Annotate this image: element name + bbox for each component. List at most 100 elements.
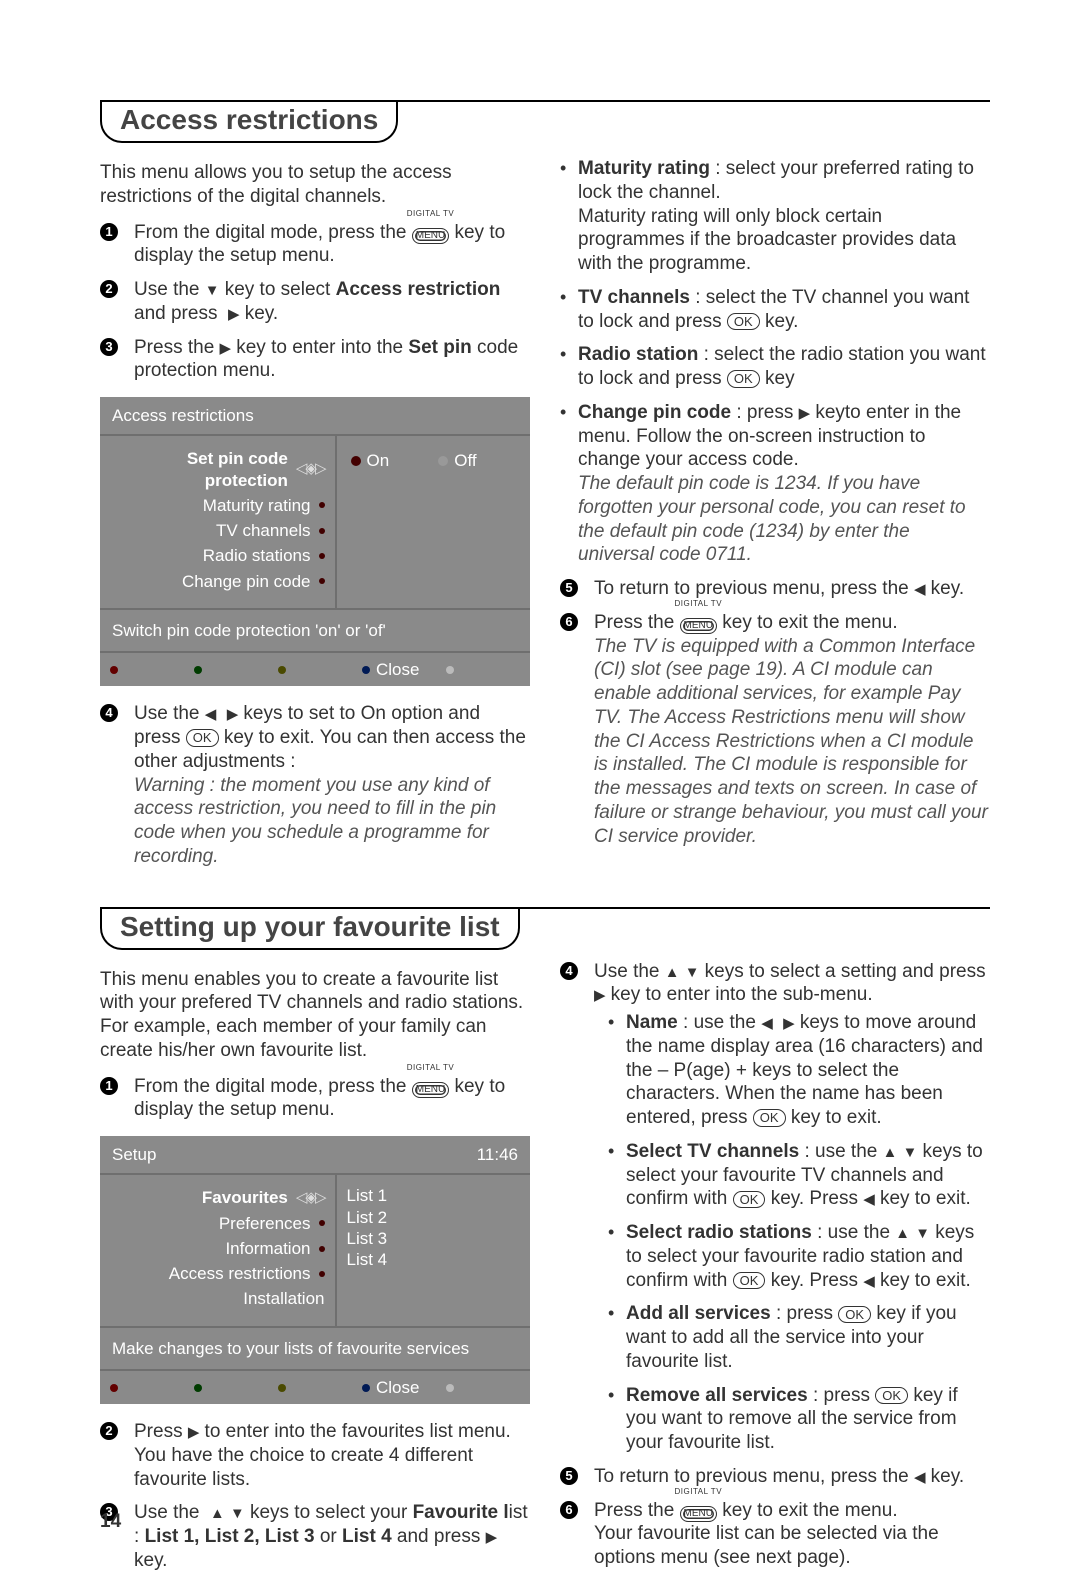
ok-key-icon: OK bbox=[838, 1306, 871, 1324]
down-arrow-icon: ▼ bbox=[205, 282, 220, 301]
step-3: 3 Use the ▲ ▼ keys to select your Favour… bbox=[100, 1501, 530, 1572]
ok-key-icon: OK bbox=[733, 1191, 766, 1209]
bullet-add-all: Add all services : press OK key if you w… bbox=[608, 1302, 990, 1373]
right-arrow-icon: ▶ bbox=[220, 340, 231, 359]
left-arrow-icon: ◀ bbox=[914, 1469, 925, 1488]
cursor-icon: ◁◈▷ bbox=[296, 1189, 325, 1208]
step-3: 3 Press the ▶ key to enter into the Set … bbox=[100, 336, 530, 384]
section-favourite-list: Setting up your favourite list This menu… bbox=[100, 907, 990, 1583]
left-arrow-icon: ◀ bbox=[914, 581, 925, 600]
menu-row: Change pin code bbox=[110, 569, 325, 594]
left-arrow-icon: ◀ bbox=[863, 1273, 874, 1292]
left-column: This menu allows you to setup the access… bbox=[100, 153, 530, 879]
ok-key-icon: OK bbox=[727, 370, 760, 388]
step-2: 2 Press ▶ to enter into the favourites l… bbox=[100, 1420, 530, 1491]
ci-note: The TV is equipped with a Common Interfa… bbox=[594, 636, 988, 847]
step-1: 1 From the digital mode, press the DIGIT… bbox=[100, 221, 530, 269]
down-arrow-icon: ▼ bbox=[230, 1505, 245, 1524]
left-arrow-icon: ◀ bbox=[761, 1015, 772, 1034]
menu-hint: Make changes to your lists of favourite … bbox=[100, 1326, 530, 1369]
menu-time: 11:46 bbox=[477, 1144, 518, 1165]
warning-note: Warning : the moment you use any kind of… bbox=[134, 775, 496, 867]
menu-footer: Close bbox=[100, 1369, 530, 1404]
section-title: Setting up your favourite list bbox=[100, 907, 520, 950]
menu-row: TV channels bbox=[110, 518, 325, 543]
step-number-2: 2 bbox=[100, 1422, 118, 1440]
bullet-maturity: Maturity rating : select your preferred … bbox=[560, 157, 990, 276]
right-arrow-icon: ▶ bbox=[799, 405, 810, 424]
bullet-select-tv: Select TV channels : use the ▲ ▼ keys to… bbox=[608, 1140, 990, 1211]
down-arrow-icon: ▼ bbox=[903, 1144, 918, 1163]
right-column: 4 Use the ▲ ▼ keys to select a setting a… bbox=[560, 960, 990, 1583]
step-number-1: 1 bbox=[100, 223, 118, 241]
menu-screenshot-setup: Setup 11:46 Favourites ◁◈▷ Preferences I… bbox=[100, 1136, 530, 1404]
menu-footer: Close bbox=[100, 651, 530, 686]
left-arrow-icon: ◀ bbox=[863, 1191, 874, 1210]
step-number-6: 6 bbox=[560, 1501, 578, 1519]
intro-text: This menu allows you to setup the access… bbox=[100, 161, 530, 209]
bullet-radio-station: Radio station : select the radio station… bbox=[560, 343, 990, 391]
right-arrow-icon: ▶ bbox=[188, 1424, 199, 1443]
menu-screenshot-access: Access restrictions Set pin code protect… bbox=[100, 397, 530, 686]
option-on: On bbox=[351, 450, 429, 471]
menu-title: Access restrictions bbox=[100, 397, 530, 436]
cursor-icon: ◁◈▷ bbox=[296, 460, 325, 479]
ok-key-icon: OK bbox=[186, 729, 219, 747]
step-6: 6 Press the DIGITAL TV MENU key to exit … bbox=[560, 611, 990, 849]
menu-list: List 2 bbox=[347, 1207, 521, 1228]
right-arrow-icon: ▶ bbox=[594, 987, 605, 1006]
menu-row: Access restrictions bbox=[110, 1261, 325, 1286]
up-arrow-icon: ▲ bbox=[210, 1505, 225, 1524]
page-number: 14 bbox=[100, 1510, 121, 1534]
step-4: 4 Use the ◀ ▶ keys to set to On option a… bbox=[100, 702, 530, 868]
menu-list: List 4 bbox=[347, 1249, 521, 1270]
step-number-6: 6 bbox=[560, 613, 578, 631]
ok-key-icon: OK bbox=[875, 1387, 908, 1405]
menu-list: List 3 bbox=[347, 1228, 521, 1249]
menu-row: Favourites ◁◈▷ bbox=[110, 1185, 325, 1210]
left-column: This menu enables you to create a favour… bbox=[100, 960, 530, 1583]
menu-hint: Switch pin code protection 'on' or 'of' bbox=[100, 608, 530, 651]
step-6: 6 Press the DIGITAL TV MENU key to exit … bbox=[560, 1499, 990, 1570]
bullet-remove-all: Remove all services : press OK key if yo… bbox=[608, 1384, 990, 1455]
menu-row: Installation bbox=[110, 1286, 325, 1311]
right-arrow-icon: ▶ bbox=[228, 306, 239, 325]
step-2: 2 Use the ▼ key to select Access restric… bbox=[100, 278, 530, 326]
right-arrow-icon: ▶ bbox=[227, 706, 238, 725]
step-number-5: 5 bbox=[560, 579, 578, 597]
ok-key-icon: OK bbox=[733, 1272, 766, 1290]
right-arrow-icon: ▶ bbox=[486, 1529, 497, 1548]
bullet-select-radio: Select radio stations : use the ▲ ▼ keys… bbox=[608, 1221, 990, 1292]
right-column: Maturity rating : select your preferred … bbox=[560, 153, 990, 879]
step-number-4: 4 bbox=[560, 962, 578, 980]
right-arrow-icon: ▶ bbox=[783, 1015, 794, 1034]
section-access-restrictions: Access restrictions This menu allows you… bbox=[100, 100, 990, 879]
bullet-change-pin: Change pin code : press ▶ keyto enter in… bbox=[560, 401, 990, 567]
step-number-4: 4 bbox=[100, 704, 118, 722]
menu-key-icon: DIGITAL TV MENU bbox=[412, 221, 449, 245]
ok-key-icon: OK bbox=[727, 313, 760, 331]
pin-note: The default pin code is 1234. If you hav… bbox=[578, 473, 966, 565]
menu-list: List 1 bbox=[347, 1185, 521, 1206]
menu-row: Set pin code protection ◁◈▷ bbox=[110, 446, 325, 493]
menu-key-icon: DIGITAL TV MENU bbox=[680, 1499, 717, 1523]
step-5: 5 To return to previous menu, press the … bbox=[560, 577, 990, 601]
bullet-tv-channels: TV channels : select the TV channel you … bbox=[560, 286, 990, 334]
menu-row: Maturity rating bbox=[110, 493, 325, 518]
down-arrow-icon: ▼ bbox=[685, 964, 700, 983]
menu-row: Information bbox=[110, 1236, 325, 1261]
step-number-3: 3 bbox=[100, 338, 118, 356]
bullet-name: Name : use the ◀ ▶ keys to move around t… bbox=[608, 1011, 990, 1130]
up-arrow-icon: ▲ bbox=[665, 964, 680, 983]
menu-row: Preferences bbox=[110, 1211, 325, 1236]
menu-title: Setup 11:46 bbox=[100, 1136, 530, 1175]
step-1: 1 From the digital mode, press the DIGIT… bbox=[100, 1075, 530, 1123]
ok-key-icon: OK bbox=[753, 1109, 786, 1127]
menu-row: Radio stations bbox=[110, 543, 325, 568]
up-arrow-icon: ▲ bbox=[895, 1225, 910, 1244]
up-arrow-icon: ▲ bbox=[883, 1144, 898, 1163]
section-title: Access restrictions bbox=[100, 100, 398, 143]
step-number-1: 1 bbox=[100, 1077, 118, 1095]
step-number-5: 5 bbox=[560, 1467, 578, 1485]
menu-key-icon: DIGITAL TV MENU bbox=[412, 1075, 449, 1099]
